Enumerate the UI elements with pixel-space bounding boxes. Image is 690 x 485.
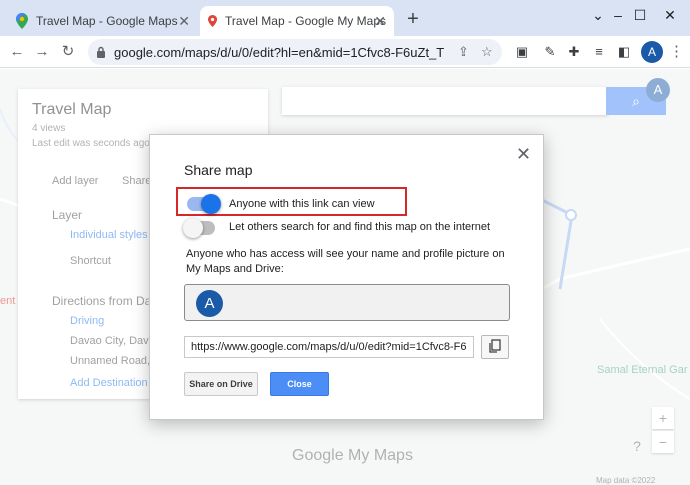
copy-icon — [489, 339, 501, 353]
side-panel-icon[interactable]: ◧ — [616, 44, 632, 60]
mymaps-icon — [208, 14, 218, 28]
share-map-dialog: Share map ✕ Anyone with this link can vi… — [149, 134, 544, 420]
profile-avatar[interactable]: A — [641, 41, 663, 63]
close-button[interactable]: Close — [270, 372, 329, 396]
browser-menu-icon[interactable]: ⋮ — [669, 42, 684, 60]
share-url-field[interactable] — [184, 336, 474, 358]
url-text: google.com/maps/d/u/0/edit?hl=en&mid=1Cf… — [114, 44, 444, 60]
extension-tool-icon[interactable]: ✎ — [542, 44, 558, 60]
dialog-title: Share map — [184, 162, 253, 178]
avatar[interactable]: A — [196, 290, 223, 317]
toggle-knob — [201, 194, 221, 214]
close-icon[interactable]: ✕ — [516, 145, 531, 163]
tab-close-icon[interactable]: ✕ — [374, 13, 386, 29]
tab-title: Travel Map - Google Maps — [36, 14, 178, 28]
search-visibility-label: Let others search for and find this map … — [229, 221, 491, 233]
access-info-text: Anyone who has access will see your name… — [186, 248, 505, 275]
new-tab-icon[interactable]: + — [402, 8, 424, 30]
tab-google-my-maps[interactable]: Travel Map - Google My Maps ✕ — [200, 6, 394, 36]
tab-strip: Travel Map - Google Maps ✕ Travel Map - … — [0, 0, 690, 36]
link-sharing-label: Anyone with this link can view — [229, 198, 375, 210]
browser-toolbar: ← → ↻ google.com/maps/d/u/0/edit?hl=en&m… — [0, 36, 690, 68]
address-bar[interactable]: google.com/maps/d/u/0/edit?hl=en&mid=1Cf… — [88, 39, 502, 65]
reading-list-icon[interactable]: ≡ — [591, 44, 607, 60]
maps-pin-icon — [16, 13, 28, 29]
tab-google-maps[interactable]: Travel Map - Google Maps ✕ — [8, 6, 198, 36]
bookmark-star-icon[interactable]: ☆ — [481, 44, 493, 60]
link-sharing-toggle[interactable] — [187, 194, 221, 214]
share-page-icon[interactable]: ⇪ — [458, 44, 469, 60]
people-with-access: A — [184, 284, 510, 321]
tab-close-icon[interactable]: ✕ — [178, 13, 190, 29]
toggle-knob — [183, 218, 203, 238]
extension-camera-icon[interactable]: ▣ — [514, 44, 530, 60]
copy-link-button[interactable] — [481, 335, 509, 359]
extensions-puzzle-icon[interactable]: ✚ — [566, 44, 582, 60]
reload-icon[interactable]: ↻ — [57, 41, 79, 63]
tab-title: Travel Map - Google My Maps — [225, 14, 386, 28]
forward-icon[interactable]: → — [31, 41, 53, 63]
window-close-icon[interactable]: ✕ — [650, 0, 690, 30]
back-icon[interactable]: ← — [6, 41, 28, 63]
search-visibility-toggle[interactable] — [183, 218, 215, 238]
lock-icon — [97, 46, 105, 58]
share-on-drive-button[interactable]: Share on Drive — [184, 372, 258, 396]
